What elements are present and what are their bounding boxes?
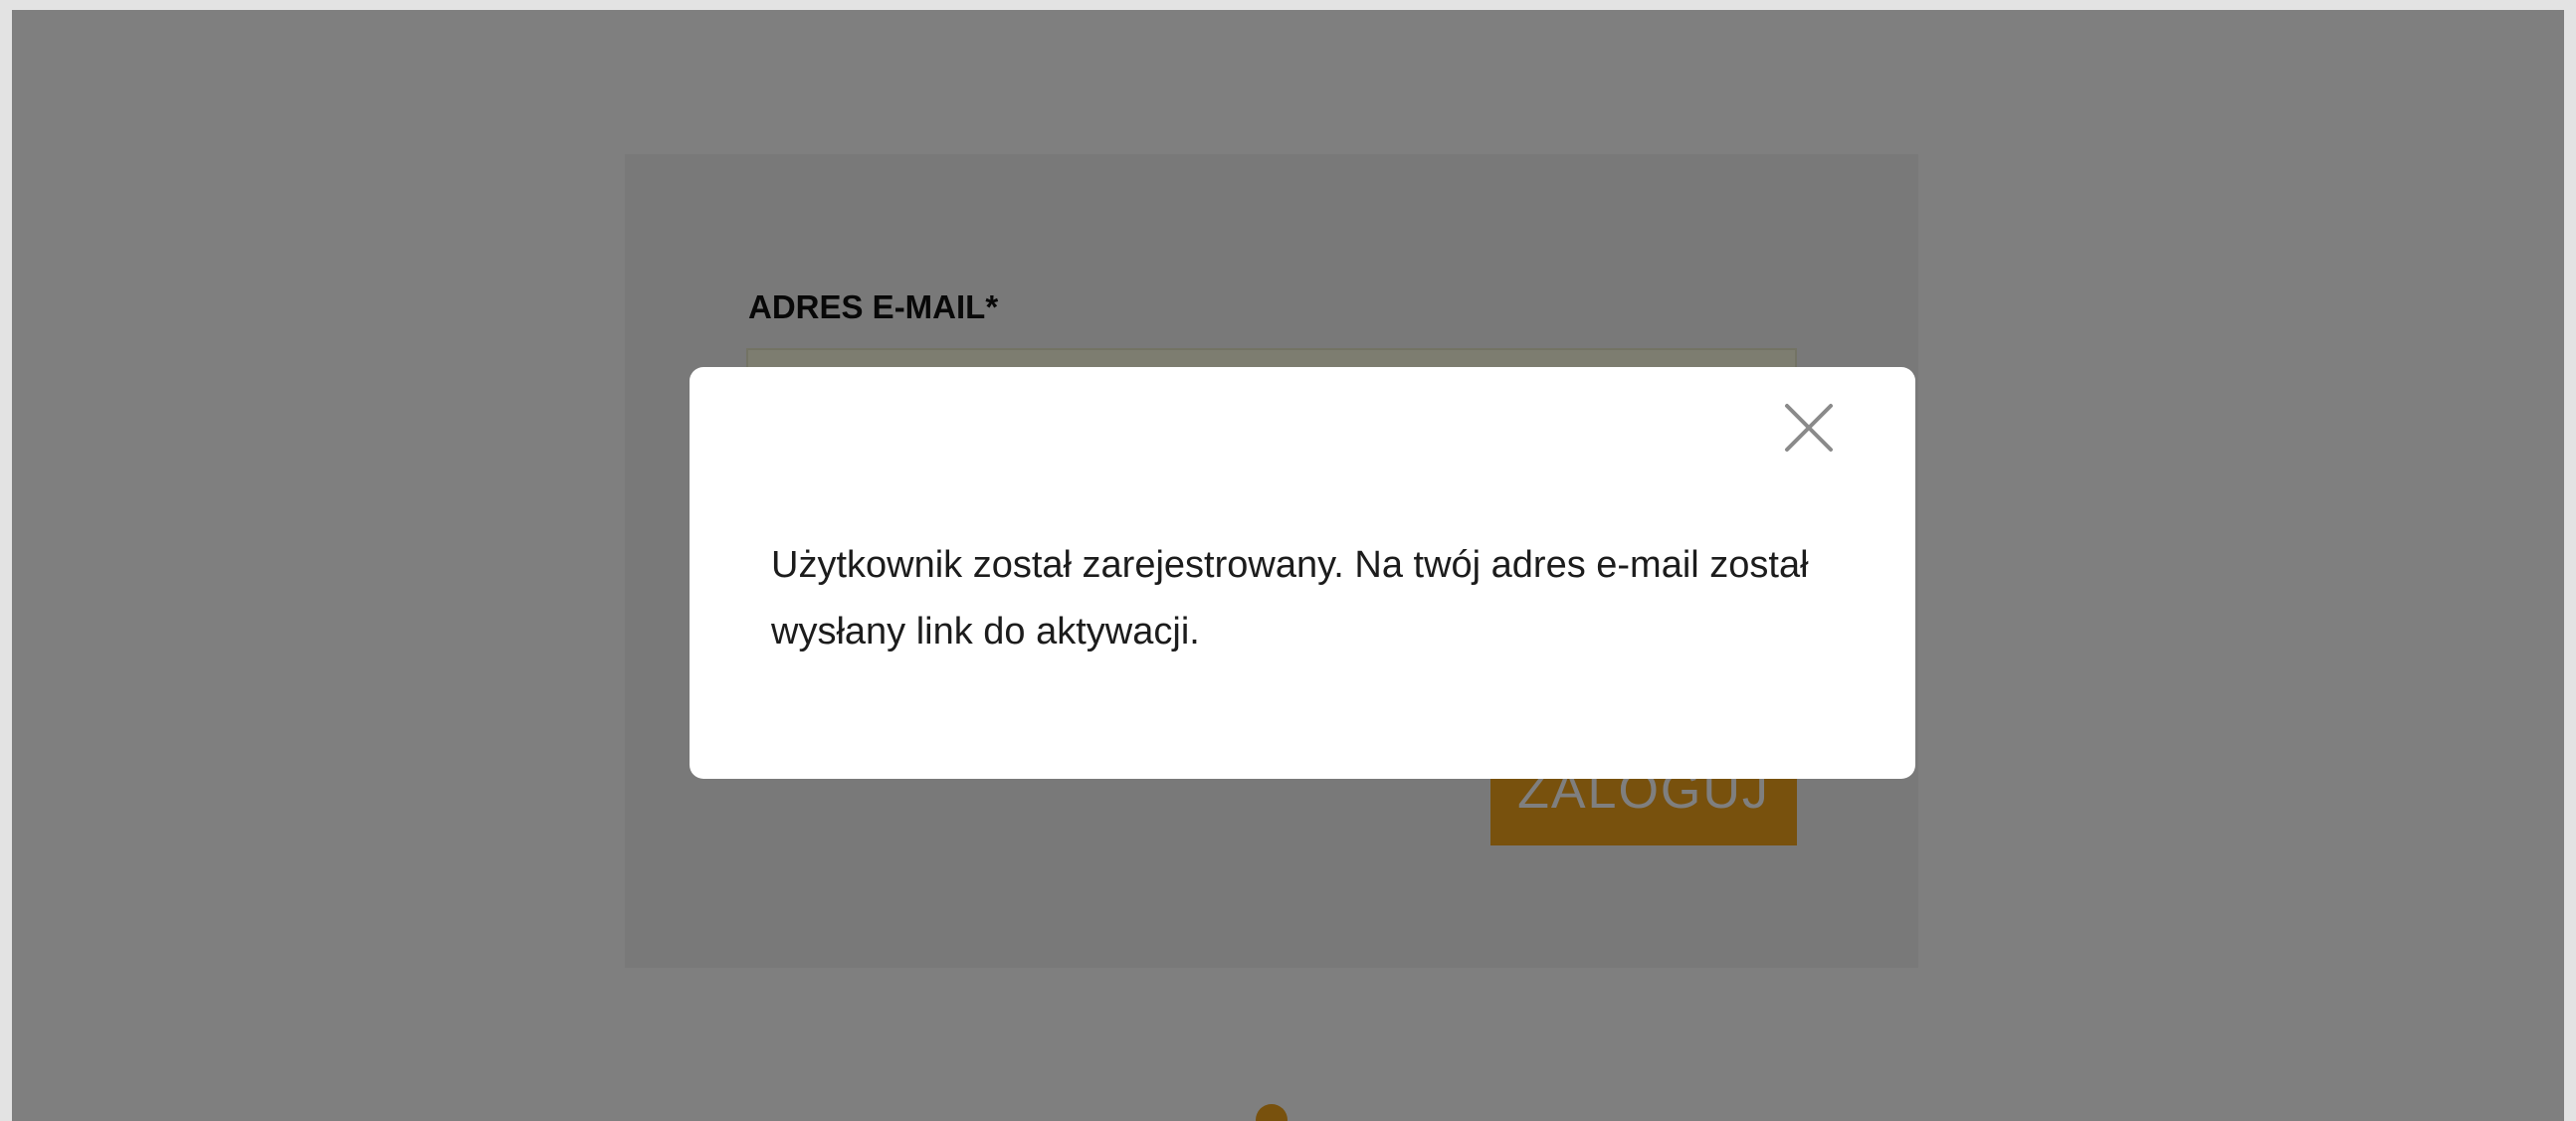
close-button[interactable] [1781,400,1837,456]
modal-message: Użytkownik został zarejestrowany. Na twó… [771,544,1809,653]
close-icon [1785,404,1833,452]
